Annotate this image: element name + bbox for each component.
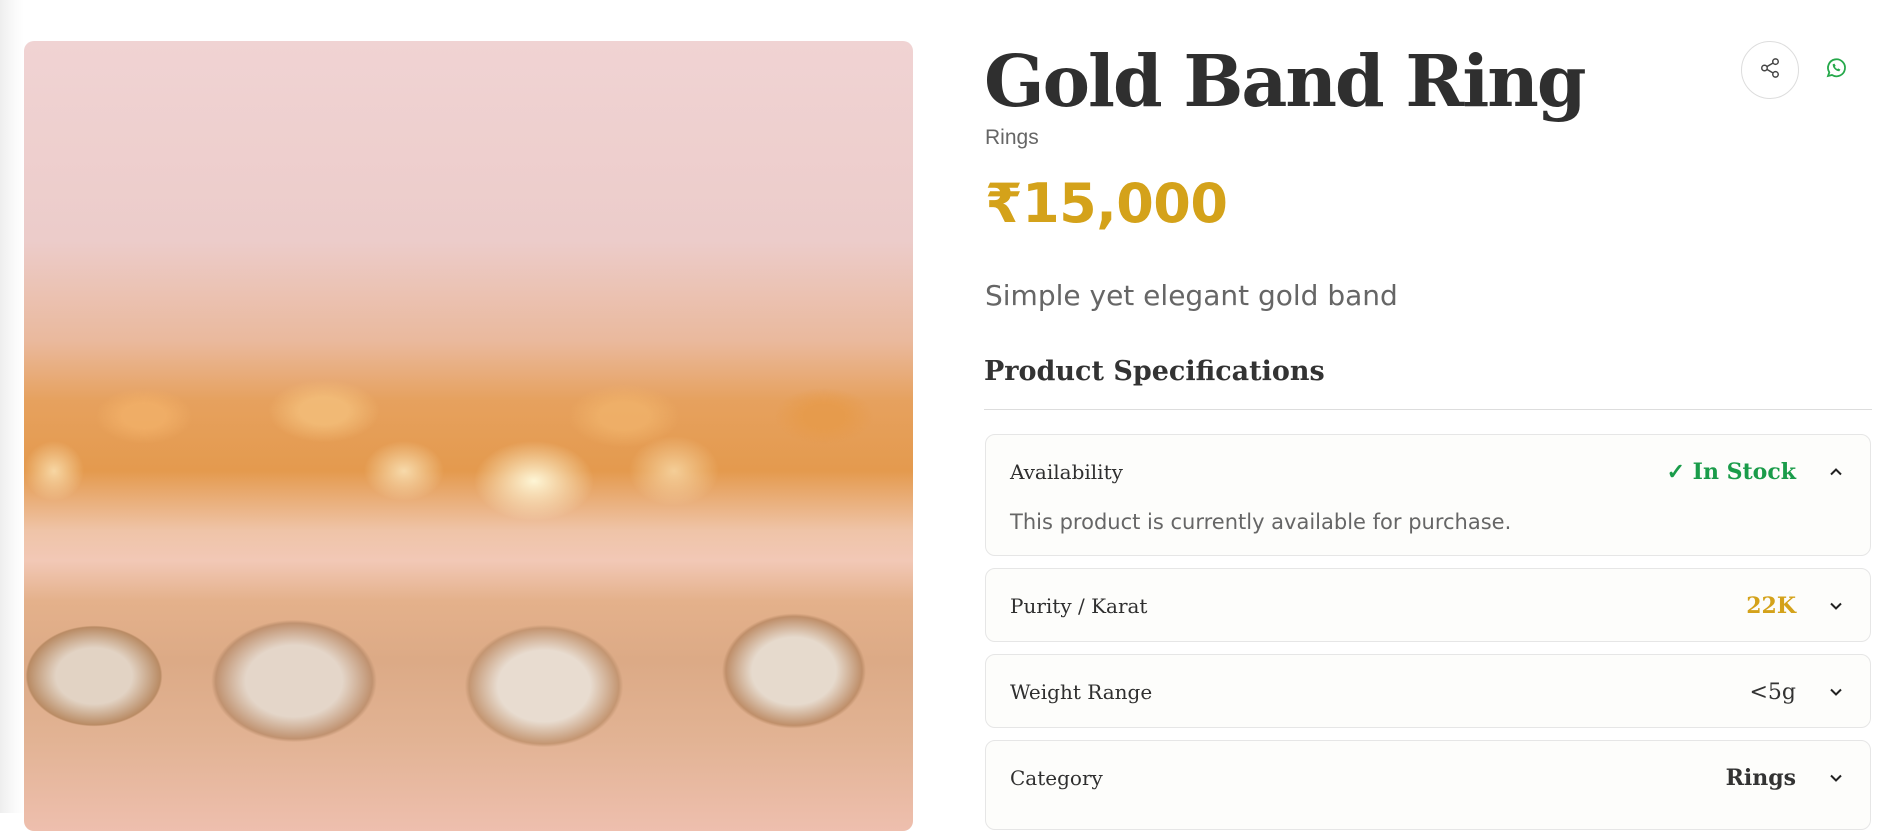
spec-label: Purity / Karat <box>1010 594 1148 618</box>
product-price: ₹15,000 <box>985 172 1228 235</box>
spec-label: Category <box>1010 766 1103 790</box>
chevron-down-icon <box>1826 768 1846 788</box>
whatsapp-icon <box>1824 56 1848 84</box>
spec-value: 22K <box>1746 593 1796 619</box>
spec-category-header[interactable]: Category Rings <box>1010 741 1846 815</box>
chevron-down-icon <box>1826 596 1846 616</box>
chevron-up-icon <box>1826 462 1846 482</box>
spec-weight: Weight Range <5g <box>985 654 1871 728</box>
spec-category: Category Rings <box>985 740 1871 830</box>
spec-weight-header[interactable]: Weight Range <5g <box>1010 655 1846 729</box>
product-title: Gold Band Ring <box>984 39 1587 123</box>
chevron-down-icon <box>1826 682 1846 702</box>
spec-label: Availability <box>1010 460 1123 484</box>
ring-band <box>24 586 913 776</box>
spec-value: <5g <box>1749 679 1796 705</box>
spec-availability-body: This product is currently available for … <box>1010 510 1512 534</box>
spec-label: Weight Range <box>1010 680 1153 704</box>
spec-purity-header[interactable]: Purity / Karat 22K <box>1010 569 1846 643</box>
in-stock-status: ✓ In Stock <box>1666 459 1796 485</box>
whatsapp-button[interactable] <box>1818 52 1854 88</box>
product-category[interactable]: Rings <box>985 126 1039 150</box>
product-description: Simple yet elegant gold band <box>985 279 1398 312</box>
spec-availability: Availability ✓ In Stock This product is … <box>985 434 1871 556</box>
spec-purity: Purity / Karat 22K <box>985 568 1871 642</box>
spec-availability-header[interactable]: Availability ✓ In Stock <box>1010 435 1846 509</box>
page-edge-shadow <box>0 0 24 813</box>
spec-value: Rings <box>1725 765 1796 791</box>
product-image[interactable] <box>24 41 913 831</box>
share-button[interactable] <box>1741 41 1799 99</box>
ring-blur-background <box>24 361 913 471</box>
specifications-divider <box>984 409 1872 410</box>
specifications-heading: Product Specifications <box>984 356 1325 387</box>
share-icon <box>1759 57 1781 83</box>
